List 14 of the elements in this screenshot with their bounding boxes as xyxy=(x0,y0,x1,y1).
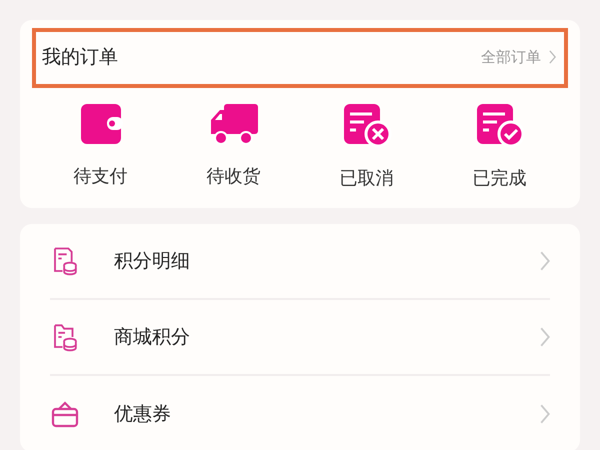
menu-item[interactable]: 优惠券 xyxy=(50,376,550,450)
order-status-button[interactable]: 待收货 xyxy=(167,102,300,190)
chevron-right-icon xyxy=(540,404,550,424)
wallet-icon xyxy=(78,102,122,146)
order-status-button[interactable]: 待支付 xyxy=(34,102,167,190)
order-status-button[interactable]: 已取消 xyxy=(300,102,433,190)
orders-title: 我的订单 xyxy=(42,45,118,70)
chevron-right-icon xyxy=(540,251,550,271)
chevron-right-icon xyxy=(540,327,550,347)
gift-icon xyxy=(50,399,80,429)
menu-item[interactable]: 积分明细 xyxy=(50,224,550,300)
order-status-button[interactable]: 已完成 xyxy=(433,102,566,190)
menu-item[interactable]: 商城积分 xyxy=(50,300,550,376)
chevron-right-icon xyxy=(549,50,556,64)
